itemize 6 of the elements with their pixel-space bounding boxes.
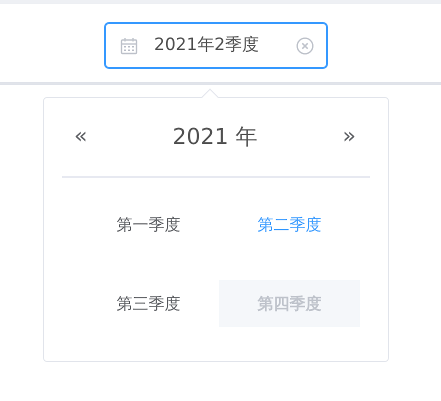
clear-icon[interactable] xyxy=(296,36,314,54)
year-label: 2021 年 xyxy=(172,124,258,152)
previous-year-button[interactable]: « xyxy=(70,126,92,148)
next-year-button[interactable]: » xyxy=(338,126,360,148)
quarter-picker-field[interactable]: 2021年2季度 xyxy=(104,22,328,69)
calendar-icon xyxy=(120,36,138,54)
